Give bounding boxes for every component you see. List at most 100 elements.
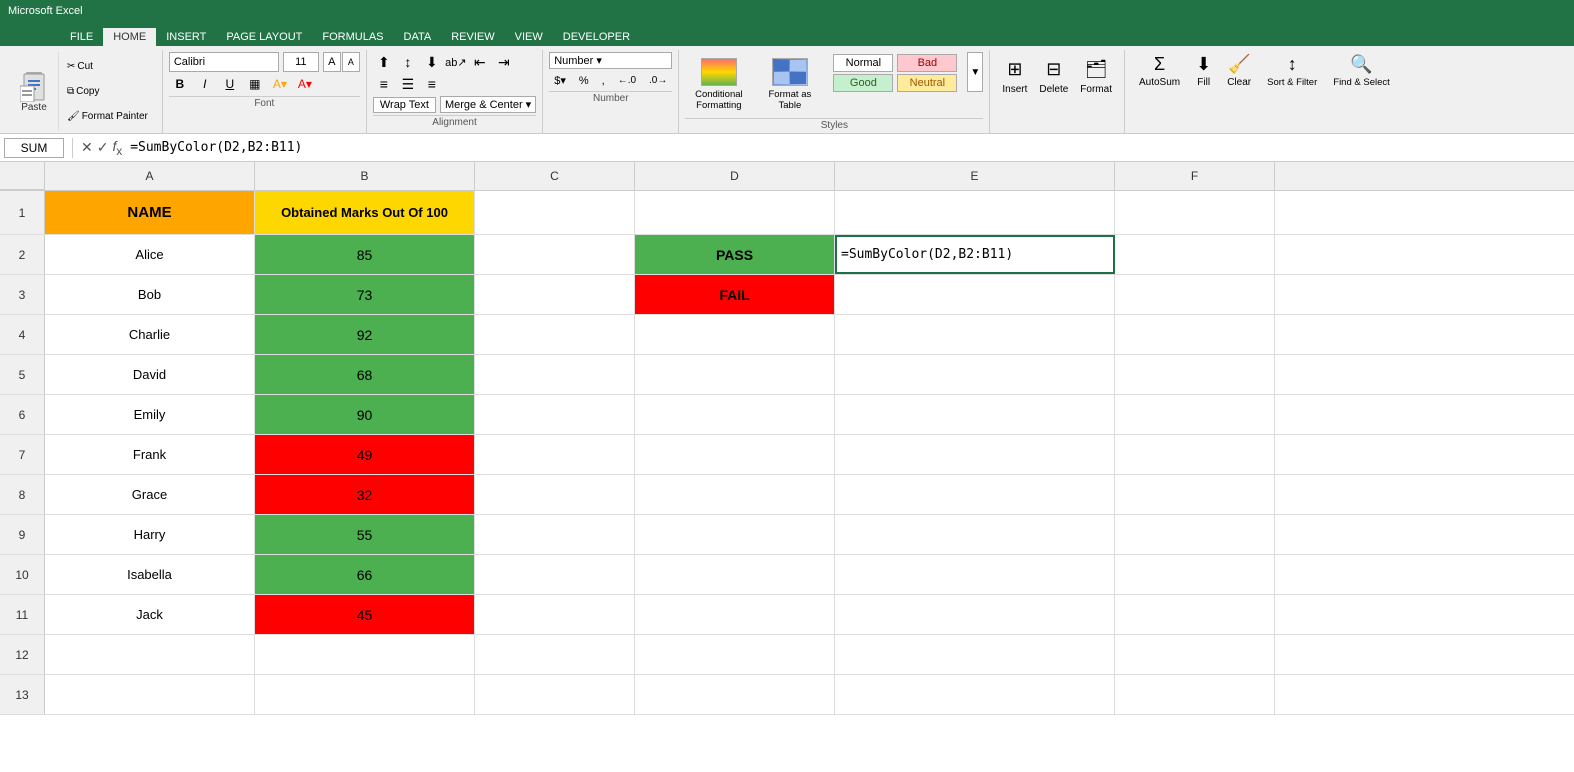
align-center-button[interactable]: ☰ [397,74,419,94]
cell-b3[interactable]: 73 [255,275,475,314]
col-header-d[interactable]: D [635,162,835,190]
row-header-3[interactable]: 3 [0,275,45,314]
sort-filter-button[interactable]: ↕ Sort & Filter [1259,52,1325,131]
decrease-font-size-button[interactable]: A [342,52,360,72]
cut-button[interactable]: ✂ Cut [63,60,152,73]
cell-b8[interactable]: 32 [255,475,475,514]
tab-data[interactable]: DATA [394,28,442,46]
format-painter-button[interactable]: 🖌 Format Painter [63,110,152,123]
cell-d10[interactable] [635,555,835,594]
cell-b6[interactable]: 90 [255,395,475,434]
normal-style[interactable]: Normal [833,54,893,72]
tab-view[interactable]: VIEW [505,28,553,46]
cell-e2[interactable]: =SumByColor(D2,B2:B11) [835,235,1115,274]
row-header-1[interactable]: 1 [0,191,45,234]
cell-e11[interactable] [835,595,1115,634]
cell-c1[interactable] [475,191,635,234]
cell-b12[interactable] [255,635,475,674]
align-top-button[interactable]: ⬆ [373,52,395,72]
font-size-input[interactable] [283,52,319,72]
cell-a1[interactable]: NAME [45,191,255,234]
text-orient-button[interactable]: ab↗ [445,52,467,72]
cell-a2[interactable]: Alice [45,235,255,274]
col-header-f[interactable]: F [1115,162,1275,190]
cell-c2[interactable] [475,235,635,274]
align-left-button[interactable]: ≡ [373,74,395,94]
font-color-button[interactable]: A▾ [294,74,316,94]
cell-b9[interactable]: 55 [255,515,475,554]
cell-a5[interactable]: David [45,355,255,394]
cell-c4[interactable] [475,315,635,354]
row-header-8[interactable]: 8 [0,475,45,514]
col-header-c[interactable]: C [475,162,635,190]
italic-button[interactable]: I [194,74,216,94]
row-header-11[interactable]: 11 [0,595,45,634]
bad-style[interactable]: Bad [897,54,957,72]
cell-e12[interactable] [835,635,1115,674]
underline-button[interactable]: U [219,74,241,94]
cell-e1[interactable] [835,191,1115,234]
cell-a3[interactable]: Bob [45,275,255,314]
cell-e7[interactable] [835,435,1115,474]
cell-c7[interactable] [475,435,635,474]
cell-a13[interactable] [45,675,255,714]
styles-scroll-button[interactable]: ▼ [967,52,983,92]
cell-d2[interactable]: PASS [635,235,835,274]
cell-e9[interactable] [835,515,1115,554]
cell-f3[interactable] [1115,275,1275,314]
conditional-formatting-button[interactable]: Conditional Formatting [685,52,752,116]
cell-b13[interactable] [255,675,475,714]
accounting-format-button[interactable]: $▾ [549,72,571,89]
cell-f5[interactable] [1115,355,1275,394]
cell-a8[interactable]: Grace [45,475,255,514]
row-header-13[interactable]: 13 [0,675,45,714]
cancel-formula-button[interactable]: ✕ [81,139,93,156]
cell-e10[interactable] [835,555,1115,594]
cell-d1[interactable] [635,191,835,234]
fill-button[interactable]: ⬇ Fill [1188,52,1219,131]
cell-b7[interactable]: 49 [255,435,475,474]
cell-a12[interactable] [45,635,255,674]
cell-c3[interactable] [475,275,635,314]
col-header-a[interactable]: A [45,162,255,190]
cell-c5[interactable] [475,355,635,394]
cell-b4[interactable]: 92 [255,315,475,354]
cell-c13[interactable] [475,675,635,714]
bold-button[interactable]: B [169,74,191,94]
row-header-12[interactable]: 12 [0,635,45,674]
cell-f1[interactable] [1115,191,1275,234]
cell-d12[interactable] [635,635,835,674]
paste-button[interactable]: Paste [10,52,59,131]
cell-e8[interactable] [835,475,1115,514]
row-header-4[interactable]: 4 [0,315,45,354]
tab-developer[interactable]: DEVELOPER [553,28,640,46]
cell-b10[interactable]: 66 [255,555,475,594]
cell-a10[interactable]: Isabella [45,555,255,594]
cell-f13[interactable] [1115,675,1275,714]
cell-f12[interactable] [1115,635,1275,674]
align-bottom-button[interactable]: ⬇ [421,52,443,72]
font-name-input[interactable] [169,52,279,72]
tab-formulas[interactable]: FORMULAS [312,28,393,46]
indent-decrease-button[interactable]: ⇤ [469,52,491,72]
format-button[interactable]: 🗂 Format [1074,52,1118,131]
cell-d13[interactable] [635,675,835,714]
find-select-button[interactable]: 🔍 Find & Select [1325,52,1398,131]
row-header-7[interactable]: 7 [0,435,45,474]
cell-d9[interactable] [635,515,835,554]
col-header-b[interactable]: B [255,162,475,190]
cell-b11[interactable]: 45 [255,595,475,634]
cell-reference-box[interactable] [4,138,64,158]
cell-a7[interactable]: Frank [45,435,255,474]
cell-f6[interactable] [1115,395,1275,434]
neutral-style[interactable]: Neutral [897,74,957,92]
good-style[interactable]: Good [833,74,893,92]
cell-a6[interactable]: Emily [45,395,255,434]
delete-button[interactable]: ⊟ Delete [1033,52,1074,131]
tab-home[interactable]: HOME [103,28,156,46]
percent-button[interactable]: % [574,73,594,89]
cell-e13[interactable] [835,675,1115,714]
tab-review[interactable]: REVIEW [441,28,504,46]
cell-b1[interactable]: Obtained Marks Out Of 100 [255,191,475,234]
cell-e4[interactable] [835,315,1115,354]
